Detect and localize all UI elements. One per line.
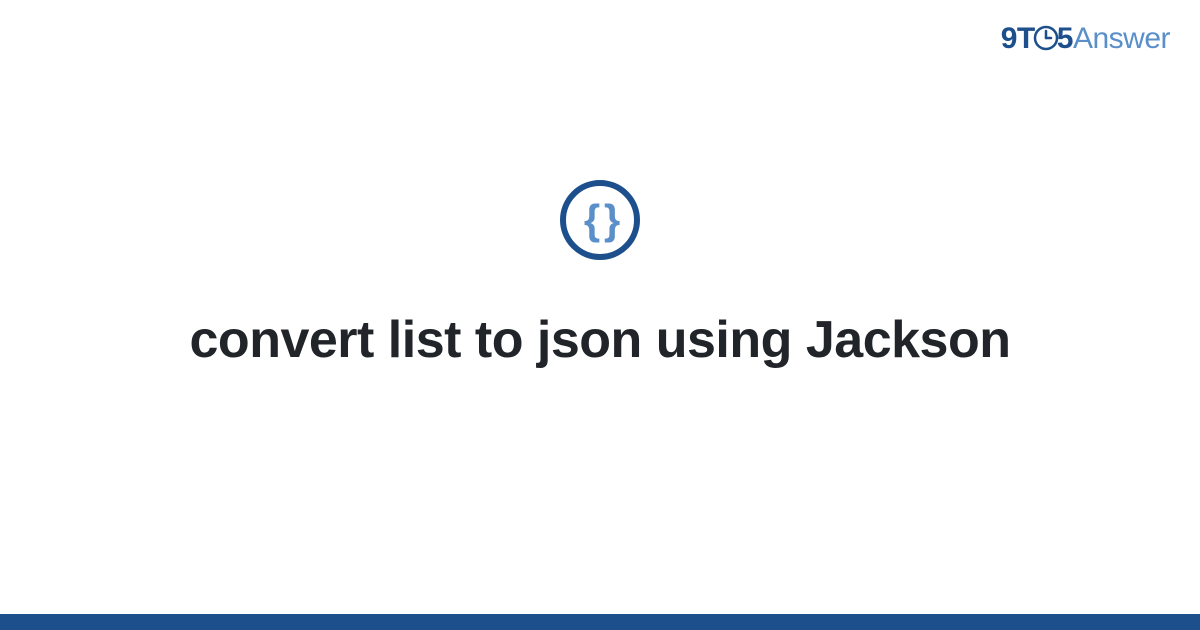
bottom-accent-bar xyxy=(0,614,1200,630)
main-content: { } convert list to json using Jackson xyxy=(0,0,1200,630)
braces-icon: { } xyxy=(584,199,616,241)
content-inner: { } convert list to json using Jackson xyxy=(190,180,1011,370)
page-title: convert list to json using Jackson xyxy=(190,310,1011,370)
topic-icon-circle: { } xyxy=(560,180,640,260)
